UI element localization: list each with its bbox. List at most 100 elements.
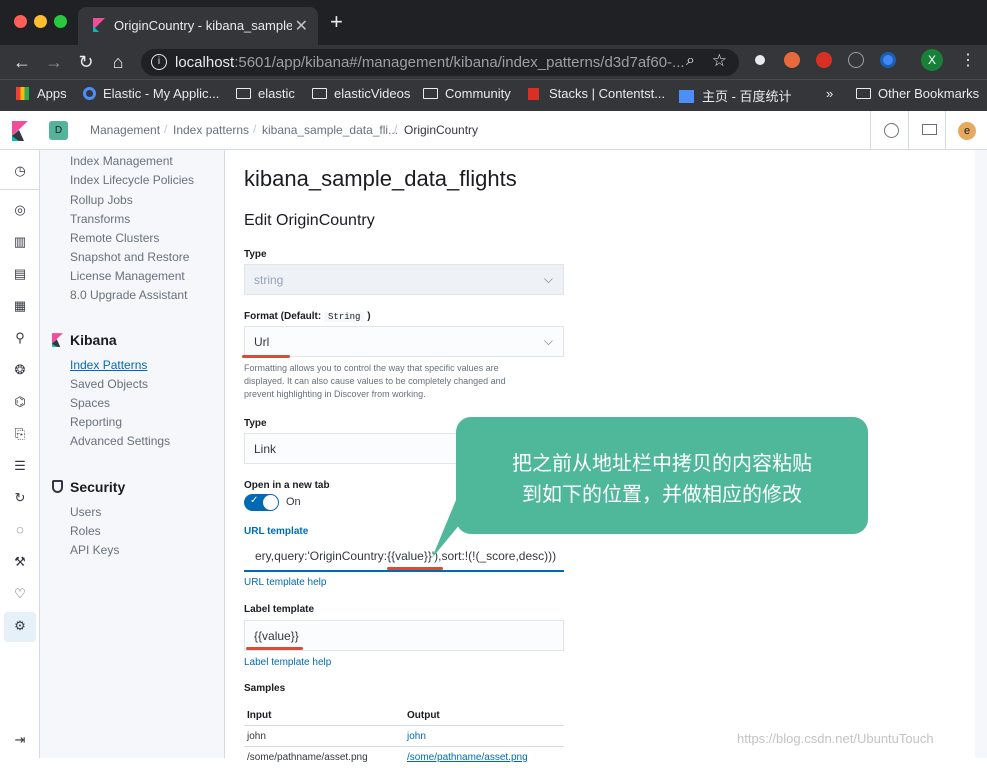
format-label: Format (Default: String ) [244, 311, 371, 322]
callout-line-2: 到如下的位置，并做相应的修改 [522, 482, 802, 506]
label-template-help-link[interactable]: Label template help [244, 657, 331, 668]
folder-icon [312, 88, 327, 99]
home-icon[interactable]: ⌂ [106, 50, 130, 74]
apm-icon[interactable]: ☰ [12, 458, 28, 474]
bookmark-apps[interactable]: Apps [16, 86, 67, 101]
breadcrumb-management[interactable]: Management [90, 123, 160, 137]
canvas-icon[interactable]: ▦ [12, 298, 28, 314]
nav-upgrade-assistant[interactable]: 8.0 Upgrade Assistant [70, 288, 187, 302]
samples-header-input: Input [247, 710, 272, 721]
section-title: Edit OriginCountry [244, 212, 375, 229]
samples-header-output: Output [407, 710, 440, 721]
folder-icon [856, 88, 871, 99]
url-host: localhost [175, 54, 235, 71]
format-help-text: Formatting allows you to control the way… [244, 363, 506, 399]
browser-tab[interactable]: OriginCountry - kibana_sample_d ✕ [78, 7, 318, 45]
bookmark-stacks[interactable]: Stacks | Contentst... [528, 86, 665, 101]
nav-index-management[interactable]: Index Management [70, 154, 173, 168]
watermark: https://blog.csdn.net/UbuntuTouch [737, 731, 934, 746]
tab-title: OriginCountry - kibana_sample_d [114, 18, 292, 33]
folder-icon [236, 88, 251, 99]
user-avatar[interactable]: e [958, 122, 976, 140]
breadcrumb-index-patterns[interactable]: Index patterns [173, 123, 249, 137]
maps-icon[interactable]: ⚲ [12, 330, 28, 346]
bookmarks-bar: Apps Elastic - My Applic... elastic elas… [0, 79, 987, 111]
nav-ilm[interactable]: Index Lifecycle Policies [70, 173, 194, 187]
kibana-logo-icon [93, 18, 105, 32]
bookmark-baidu[interactable]: 主页 - 百度统计 [679, 86, 792, 105]
sample-output-link[interactable]: john [407, 731, 426, 742]
uptime-icon[interactable]: ↻ [12, 490, 28, 506]
nav-index-patterns[interactable]: Index Patterns [70, 358, 147, 372]
extension-blue-icon[interactable] [880, 52, 896, 68]
nav-transforms[interactable]: Transforms [70, 212, 130, 226]
newsfeed-mail-icon[interactable] [922, 124, 937, 135]
kibana-logo-icon[interactable] [12, 121, 28, 141]
nav-spaces[interactable]: Spaces [70, 396, 110, 410]
logs-icon[interactable]: ⎘ [12, 426, 28, 442]
management-gear-icon[interactable]: ⚙ [12, 618, 28, 634]
bookmark-elastic-app[interactable]: Elastic - My Applic... [83, 86, 219, 101]
nav-rollup-jobs[interactable]: Rollup Jobs [70, 193, 133, 207]
monitoring-icon[interactable]: ♡ [12, 586, 28, 602]
nav-saved-objects[interactable]: Saved Objects [70, 377, 148, 391]
tab-close-icon[interactable]: ✕ [295, 16, 308, 36]
nav-license-management[interactable]: License Management [70, 269, 185, 283]
extension-info-icon[interactable] [848, 52, 864, 68]
ml-icon[interactable]: ❂ [12, 362, 28, 378]
bookmark-other[interactable]: Other Bookmarks [856, 86, 979, 101]
nav-api-keys[interactable]: API Keys [70, 543, 119, 557]
collapse-nav-icon[interactable]: ⇥ [12, 732, 28, 748]
profile-avatar[interactable]: X [921, 49, 943, 71]
bookmark-elasticvideos[interactable]: elasticVideos [312, 86, 410, 101]
bookmark-star-icon[interactable]: ☆ [712, 51, 727, 71]
link-type-value: Link [254, 442, 277, 456]
minimize-window-button[interactable] [34, 15, 47, 28]
metrics-icon[interactable]: ⌬ [12, 394, 28, 410]
recent-clock-icon[interactable]: ◷ [12, 163, 28, 179]
type-select: string ⌵ [244, 264, 564, 295]
browser-menu-icon[interactable]: ⋮ [960, 50, 976, 70]
discover-compass-icon[interactable]: ◎ [12, 202, 28, 218]
close-window-button[interactable] [14, 15, 27, 28]
scrollbar[interactable] [975, 150, 987, 758]
back-icon[interactable]: ← [10, 50, 34, 74]
samples-header-row: Input Output [244, 705, 564, 726]
kibana-section-title: Kibana [70, 332, 117, 348]
format-select[interactable]: Url ⌵ [244, 326, 564, 357]
breadcrumb-index[interactable]: kibana_sample_data_fli... [262, 123, 398, 137]
page-title: kibana_sample_data_flights [244, 166, 517, 191]
extension-hand-icon[interactable] [816, 52, 832, 68]
site-info-icon[interactable]: i [151, 54, 167, 70]
extension-circle-icon[interactable] [752, 52, 768, 68]
siem-icon[interactable]: ◌ [12, 522, 28, 538]
nav-reporting[interactable]: Reporting [70, 415, 122, 429]
bookmarks-overflow[interactable]: » [826, 86, 833, 101]
url-template-value: ery,query:'OriginCountry:{{value}}'),sor… [255, 549, 557, 563]
search-icon[interactable]: ⌕ [686, 52, 695, 70]
nav-users[interactable]: Users [70, 505, 101, 519]
bookmark-community[interactable]: Community [423, 86, 511, 101]
address-bar[interactable]: i localhost:5601/app/kibana#/management/… [141, 49, 739, 76]
help-lifebuoy-icon[interactable] [884, 123, 899, 138]
nav-roles[interactable]: Roles [70, 524, 101, 538]
newtab-toggle[interactable]: ✓ [244, 494, 279, 511]
space-badge[interactable]: D [49, 121, 68, 140]
forward-icon[interactable]: → [42, 50, 66, 74]
url-template-help-link[interactable]: URL template help [244, 577, 326, 588]
newtab-label: Open in a new tab [244, 480, 330, 491]
visualize-icon[interactable]: ▥ [12, 234, 28, 250]
dev-tools-icon[interactable]: ⚒ [12, 554, 28, 570]
extension-lifebuoy-icon[interactable] [784, 52, 800, 68]
bookmark-elastic[interactable]: elastic [236, 86, 295, 101]
url-path: :5601/app/kibana#/management/kibana/inde… [234, 54, 685, 71]
nav-snapshot-restore[interactable]: Snapshot and Restore [70, 250, 189, 264]
dashboard-icon[interactable]: ▤ [12, 266, 28, 282]
maximize-window-button[interactable] [54, 15, 67, 28]
link-type-label: Type [244, 418, 267, 429]
new-tab-button[interactable]: + [330, 11, 343, 33]
samples-title: Samples [244, 683, 286, 694]
nav-remote-clusters[interactable]: Remote Clusters [70, 231, 159, 245]
nav-advanced-settings[interactable]: Advanced Settings [70, 434, 170, 448]
reload-icon[interactable]: ↻ [74, 50, 98, 74]
